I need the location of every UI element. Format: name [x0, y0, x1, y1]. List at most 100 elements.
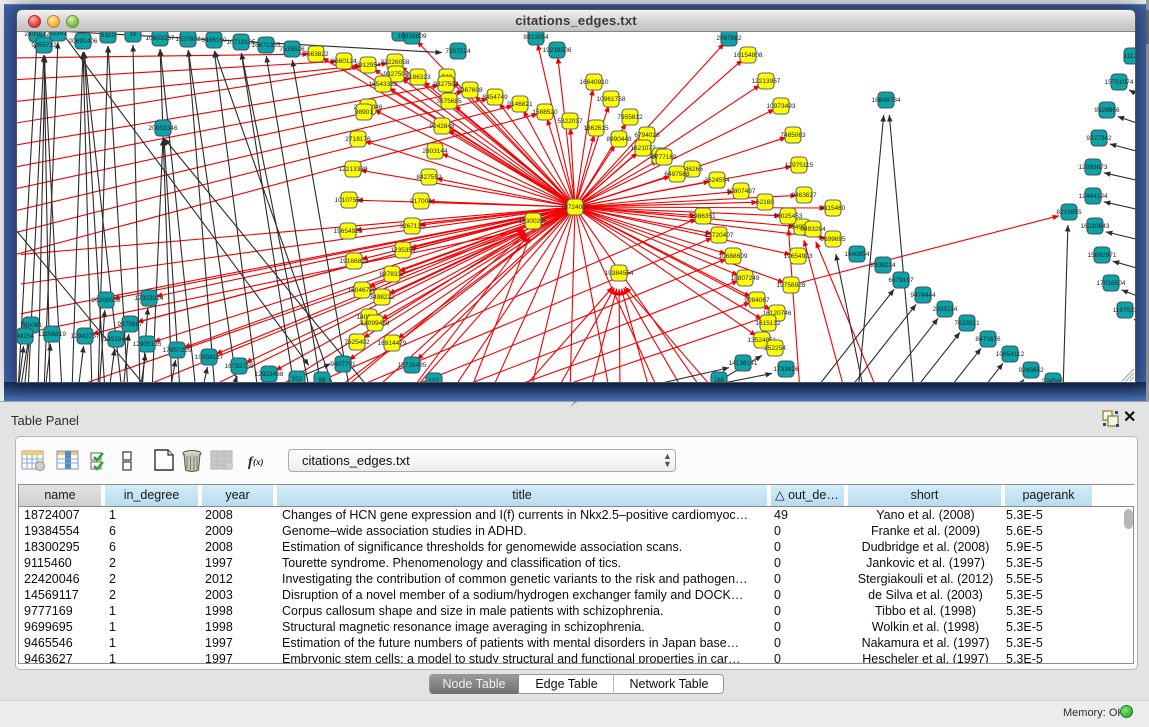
svg-text:8660124: 8660124: [331, 58, 357, 65]
svg-text:3267130: 3267130: [399, 223, 425, 230]
svg-text:2087682: 2087682: [716, 35, 742, 42]
svg-text:3498222: 3498222: [369, 294, 395, 301]
svg-text:9463627: 9463627: [791, 192, 817, 199]
svg-text:924565: 924565: [1042, 378, 1064, 382]
svg-text:23226058: 23226058: [381, 59, 410, 66]
svg-text:2367608: 2367608: [457, 87, 483, 94]
svg-text:1588520: 1588520: [532, 109, 558, 116]
svg-text:9329966: 9329966: [1094, 107, 1120, 114]
svg-text:12942757: 12942757: [71, 333, 100, 340]
svg-text:7955812: 7955812: [617, 114, 643, 121]
svg-text:9699695: 9699695: [820, 236, 846, 243]
svg-text:1640954: 1640954: [844, 251, 870, 258]
svg-text:14136141: 14136141: [729, 360, 758, 367]
svg-text:16046788: 16046788: [348, 287, 377, 294]
svg-text:18300295: 18300295: [519, 218, 548, 225]
svg-text:8990448: 8990448: [606, 136, 632, 143]
svg-text:10688609: 10688609: [719, 253, 748, 260]
svg-text:9084067: 9084067: [744, 297, 770, 304]
svg-text:152: 152: [429, 378, 440, 382]
svg-text:8427552: 8427552: [416, 174, 442, 181]
svg-text:20206556: 20206556: [92, 297, 121, 304]
svg-text:8912954: 8912954: [355, 62, 381, 69]
svg-text:1167533: 1167533: [1113, 307, 1135, 314]
svg-text:6497568: 6497568: [664, 171, 690, 178]
svg-text:20391: 20391: [49, 32, 67, 37]
svg-text:12905135: 12905135: [133, 341, 162, 348]
svg-text:10653267: 10653267: [146, 35, 175, 42]
svg-text:8471676: 8471676: [975, 336, 1001, 343]
svg-text:15720407: 15720407: [705, 232, 734, 239]
svg-text:8878332: 8878332: [379, 271, 405, 278]
svg-text:12923468: 12923468: [255, 371, 284, 378]
svg-text:7485063: 7485063: [780, 132, 806, 139]
svg-text:19166829: 19166829: [340, 258, 369, 265]
svg-text:12213967: 12213967: [752, 78, 781, 85]
svg-text:7625402: 7625402: [344, 339, 370, 346]
svg-text:9777169: 9777169: [651, 154, 677, 161]
svg-text:18807249: 18807249: [731, 275, 760, 282]
svg-text:9242848: 9242848: [429, 123, 455, 130]
svg-text:99: 99: [318, 377, 326, 382]
svg-text:15692971: 15692971: [1088, 252, 1117, 259]
svg-text:1527602: 1527602: [175, 36, 201, 43]
svg-text:19756928: 19756928: [777, 282, 806, 289]
svg-text:8493284: 8493284: [800, 226, 826, 233]
svg-text:16033809: 16033809: [398, 33, 427, 40]
svg-text:8938224: 8938224: [870, 262, 896, 269]
svg-text:7632621: 7632621: [954, 320, 980, 327]
svg-text:12213389: 12213389: [339, 166, 368, 173]
svg-text:9474444: 9474444: [910, 292, 936, 299]
svg-text:1235359: 1235359: [390, 247, 416, 254]
svg-text:9055712: 9055712: [31, 42, 57, 49]
svg-text:10107554: 10107554: [335, 197, 364, 204]
svg-text:2803144: 2803144: [422, 148, 448, 155]
svg-text:16914479: 16914479: [378, 340, 407, 347]
svg-text:152: 152: [292, 376, 303, 382]
svg-text:20053346: 20053346: [149, 125, 178, 132]
svg-text:98901: 98901: [355, 109, 373, 116]
svg-text:9227342: 9227342: [1086, 135, 1112, 142]
svg-text:10973493: 10973493: [767, 103, 796, 110]
svg-text:917004: 917004: [410, 198, 432, 205]
svg-text:62160: 62160: [756, 199, 774, 206]
svg-text:14099489: 14099489: [361, 320, 390, 327]
svg-text:8454749: 8454749: [482, 94, 508, 101]
svg-text:12093873: 12093873: [1079, 164, 1108, 171]
svg-text:10025453: 10025453: [774, 213, 803, 220]
svg-text:5322037: 5322037: [557, 118, 583, 125]
svg-text:8215955: 8215955: [1056, 209, 1082, 216]
svg-text:9457791: 9457791: [330, 361, 356, 368]
svg-text:7357224: 7357224: [445, 48, 471, 55]
svg-text:10807487: 10807487: [727, 188, 756, 195]
svg-text:11123: 11123: [1123, 53, 1135, 60]
svg-text:(x): (x): [253, 457, 264, 467]
svg-text:9975887: 9975887: [117, 321, 143, 328]
svg-text:17957225: 17957225: [163, 347, 192, 354]
svg-text:1615132: 1615132: [755, 320, 781, 327]
svg-text:12444194: 12444194: [1079, 193, 1108, 200]
svg-text:12975115: 12975115: [785, 162, 814, 169]
svg-text:15751074: 15751074: [1105, 79, 1134, 86]
svg-text:16640910: 16640910: [580, 79, 609, 86]
svg-text:17353924: 17353924: [135, 295, 164, 302]
svg-text:1451944: 1451944: [103, 336, 129, 343]
svg-text:16210643: 16210643: [1081, 223, 1110, 230]
svg-text:16: 16: [129, 32, 137, 38]
svg-text:6466160: 6466160: [201, 37, 227, 44]
svg-text:9310: 9310: [101, 32, 116, 39]
svg-text:10958117: 10958117: [195, 354, 224, 361]
svg-text:19654923: 19654923: [784, 253, 813, 260]
svg-text:39154: 39154: [17, 333, 34, 340]
svg-text:19654923: 19654923: [334, 228, 363, 235]
svg-text:7663822: 7663822: [303, 51, 329, 58]
svg-text:19384554: 19384554: [605, 270, 634, 277]
svg-text:19218506: 19218506: [543, 47, 572, 54]
svg-text:1362615: 1362615: [583, 125, 609, 132]
svg-text:16154808: 16154808: [734, 52, 763, 59]
svg-text:11156819: 11156819: [38, 331, 66, 338]
svg-text:17016504: 17016504: [1097, 280, 1126, 287]
svg-text:3675685: 3675685: [436, 98, 462, 105]
svg-text:16782759: 16782759: [225, 363, 254, 370]
svg-text:10654112: 10654112: [996, 351, 1025, 358]
